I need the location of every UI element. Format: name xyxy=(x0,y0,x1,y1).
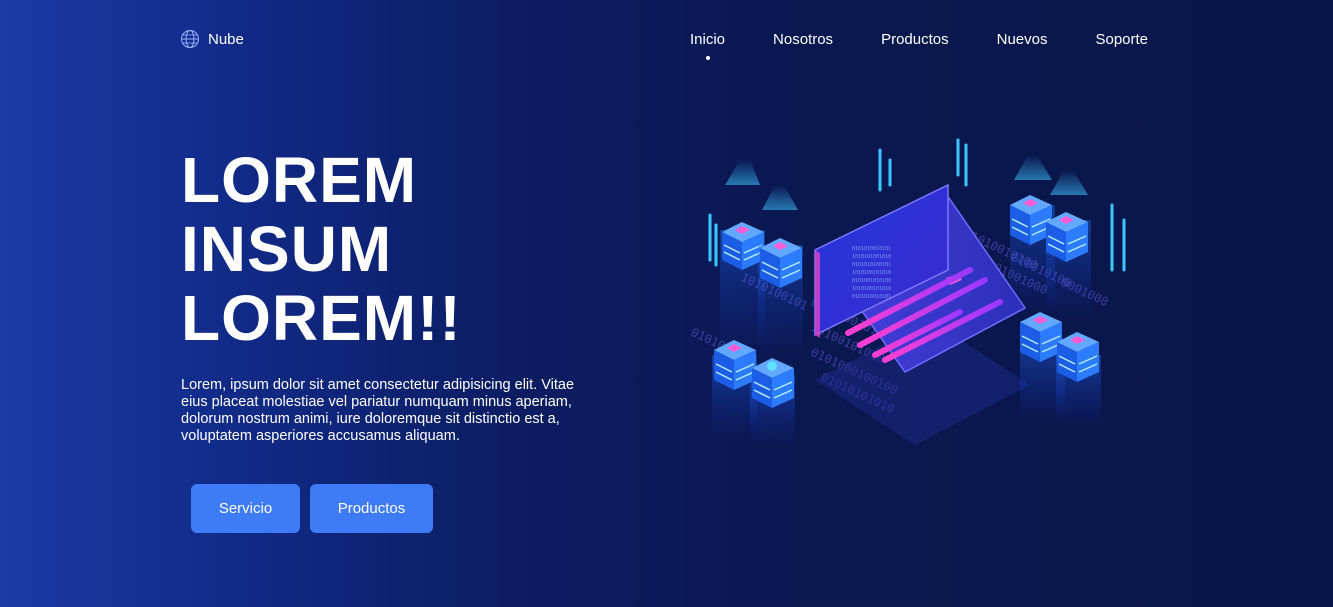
svg-text:0101010100101: 0101010100101 xyxy=(852,262,891,268)
nav-link-soporte[interactable]: Soporte xyxy=(1095,31,1148,48)
nav-link-inicio[interactable]: Inicio xyxy=(690,31,725,48)
brand-logo[interactable]: Nube xyxy=(180,29,244,49)
svg-text:0101010010101: 0101010010101 xyxy=(852,294,891,300)
svg-text:0101010010101: 0101010010101 xyxy=(852,246,891,252)
svg-text:1010101001010: 1010101001010 xyxy=(852,254,891,260)
nav-link-productos[interactable]: Productos xyxy=(881,31,949,48)
svg-text:1010100101010: 1010100101010 xyxy=(852,286,891,292)
hero-title-line-2: INSUM xyxy=(181,213,393,285)
server-stack-top-left-2 xyxy=(758,185,803,355)
servicio-button[interactable]: Servicio xyxy=(191,484,300,533)
server-stack-top-right-2 xyxy=(1046,170,1091,320)
nav-link-nosotros[interactable]: Nosotros xyxy=(773,31,833,48)
server-stack-bottom-right-2 xyxy=(1056,332,1101,425)
hero-title: LOREM INSUM LOREM!! xyxy=(181,146,462,353)
isometric-laptop-servers-illustration: 0101001 1010100101 01010001010 101001010… xyxy=(689,138,1126,445)
brand-name: Nube xyxy=(208,30,244,48)
svg-text:0101001010100: 0101001010100 xyxy=(852,278,891,284)
hero-title-line-3: LOREM!! xyxy=(181,282,462,354)
svg-text:1010100101010: 1010100101010 xyxy=(852,270,891,276)
nav-link-nuevos[interactable]: Nuevos xyxy=(997,31,1048,48)
productos-button[interactable]: Productos xyxy=(310,484,433,533)
hero-title-line-1: LOREM xyxy=(181,144,418,216)
main-nav: Inicio Nosotros Productos Nuevos Soporte xyxy=(690,31,1148,48)
globe-icon xyxy=(181,30,199,48)
server-stack-bottom-left-2 xyxy=(750,358,795,445)
hero-description: Lorem, ipsum dolor sit amet consectetur … xyxy=(181,377,575,444)
